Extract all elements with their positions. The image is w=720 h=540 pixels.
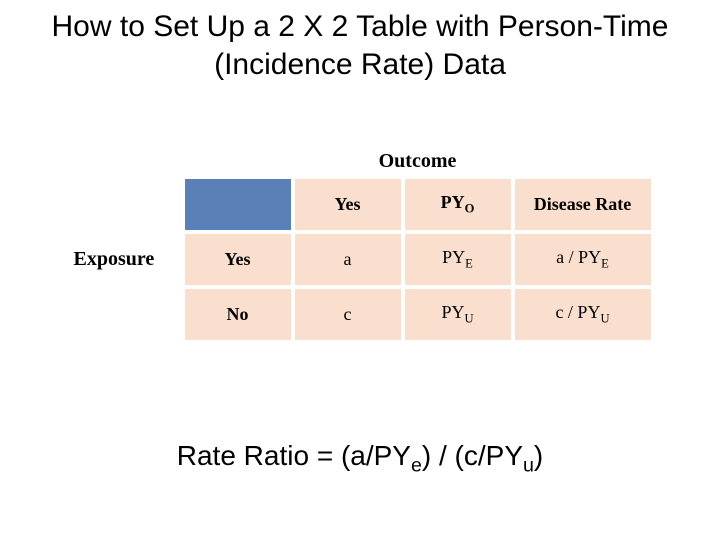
two-by-two-table: Outcome Exposure Yes PYO Disease Rate Ye… (0, 150, 720, 342)
outcome-label: Outcome (115, 150, 720, 173)
pye-sub: E (465, 256, 473, 270)
formula-sub1: e (411, 455, 422, 477)
formula-sub2: u (523, 455, 534, 477)
exposure-label: Exposure (68, 177, 183, 342)
slide: How to Set Up a 2 X 2 Table with Person-… (0, 0, 720, 540)
formula-tail: ) (534, 440, 543, 471)
header-blank (183, 177, 293, 232)
cell-pye: PYE (403, 232, 513, 287)
table-grid: Yes PYO Disease Rate Yes a PYE a / PYE N… (183, 177, 653, 342)
header-yes: Yes (293, 177, 403, 232)
formula-mid: ) / (c/PY (422, 440, 523, 471)
a-over-pye-sub: E (601, 256, 609, 270)
cell-pyu: PYU (403, 287, 513, 342)
pyo-sub: O (465, 201, 475, 215)
table-body-row: Exposure Yes PYO Disease Rate Yes a PYE … (0, 177, 720, 342)
pyu-sub: U (464, 311, 473, 325)
cell-c: c (293, 287, 403, 342)
pye-base: PY (442, 247, 465, 267)
cell-a-over-pye: a / PYE (513, 232, 653, 287)
rate-ratio-formula: Rate Ratio = (a/PYe) / (c/PYu) (0, 440, 720, 478)
cell-c-over-pyu: c / PYU (513, 287, 653, 342)
cell-a: a (293, 232, 403, 287)
pyo-base: PY (441, 192, 465, 212)
c-over-pyu-pre: c / PY (555, 302, 600, 322)
slide-title: How to Set Up a 2 X 2 Table with Person-… (0, 0, 720, 83)
header-pyo: PYO (403, 177, 513, 232)
rowlabel-no: No (183, 287, 293, 342)
header-disease-rate: Disease Rate (513, 177, 653, 232)
c-over-pyu-sub: U (600, 311, 609, 325)
formula-lead: Rate Ratio = (a/PY (177, 440, 411, 471)
a-over-pye-pre: a / PY (556, 247, 601, 267)
rowlabel-yes: Yes (183, 232, 293, 287)
pyu-base: PY (441, 302, 464, 322)
